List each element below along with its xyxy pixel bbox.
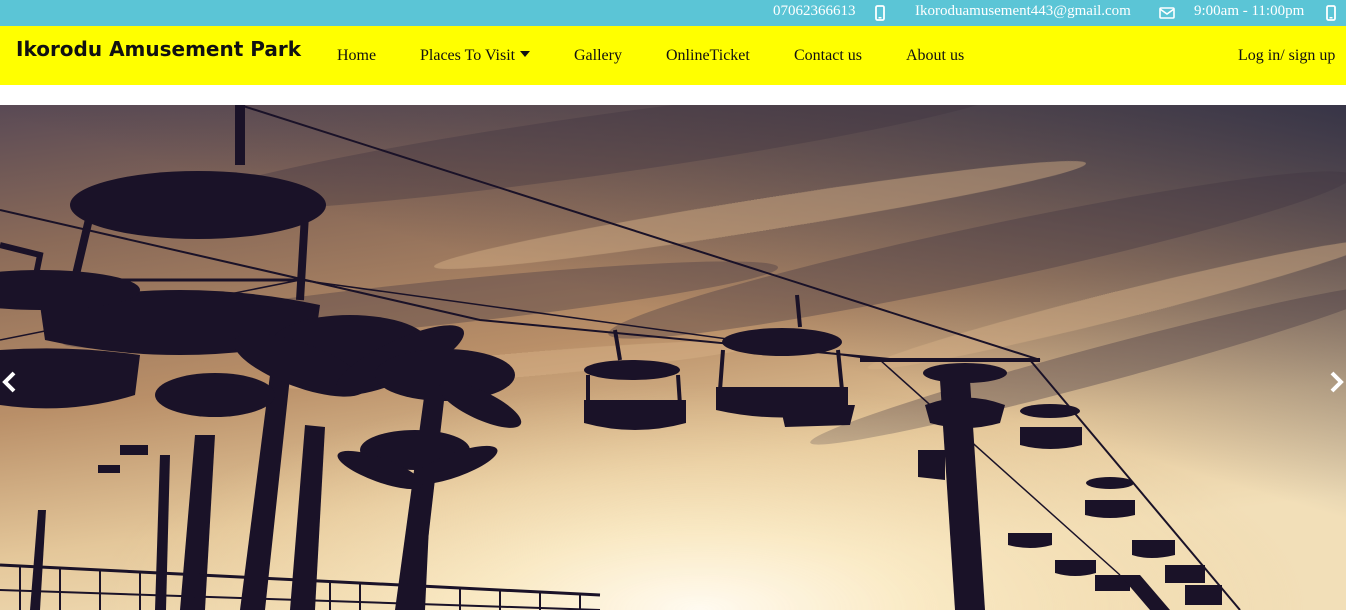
nav-places-label: Places To Visit bbox=[420, 47, 516, 64]
nav-places-to-visit[interactable]: Places To Visit bbox=[420, 47, 531, 65]
nav-login-signup[interactable]: Log in/ sign up bbox=[1238, 47, 1335, 65]
mobile-phone-icon bbox=[875, 5, 885, 21]
hero-carousel bbox=[0, 105, 1346, 610]
nav-home[interactable]: Home bbox=[337, 47, 376, 65]
contact-bar: 07062366613 Ikoroduamusement443@gmail.co… bbox=[0, 0, 1346, 26]
chevron-right-icon[interactable] bbox=[1324, 367, 1346, 397]
email-address: Ikoroduamusement443@gmail.com bbox=[915, 3, 1131, 19]
hero-image bbox=[0, 105, 1346, 610]
nav-gallery[interactable]: Gallery bbox=[574, 47, 622, 65]
mobile-phone-icon bbox=[1326, 5, 1336, 21]
nav-contact-us[interactable]: Contact us bbox=[794, 47, 862, 65]
envelope-icon bbox=[1159, 7, 1175, 19]
phone-number: 07062366613 bbox=[773, 3, 856, 19]
chevron-left-icon[interactable] bbox=[0, 367, 22, 397]
caret-down-icon bbox=[520, 51, 531, 57]
nav-about-us[interactable]: About us bbox=[906, 47, 964, 65]
site-brand[interactable]: Ikorodu Amusement Park bbox=[16, 37, 301, 61]
opening-hours: 9:00am - 11:00pm bbox=[1194, 3, 1305, 19]
nav-online-ticket[interactable]: OnlineTicket bbox=[666, 47, 750, 65]
main-navbar: Ikorodu Amusement Park Home Places To Vi… bbox=[0, 26, 1346, 85]
